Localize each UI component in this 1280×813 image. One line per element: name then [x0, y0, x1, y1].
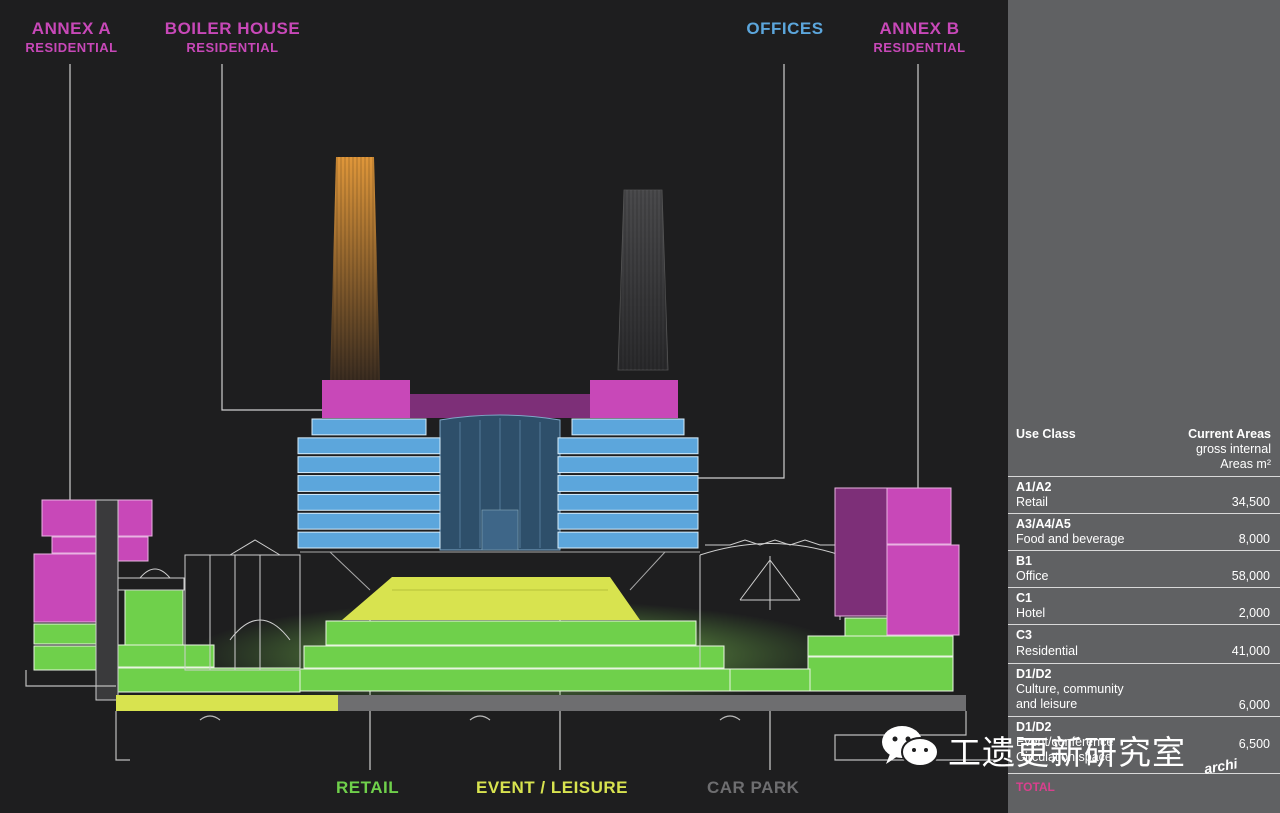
chimney-lit: [330, 157, 380, 380]
table-row: D1/D2 Culture, community and leisure 6,0…: [1008, 663, 1280, 716]
offices-block-right: [557, 418, 699, 549]
use-class-name: Residential: [1016, 644, 1078, 658]
office-floor: [557, 475, 699, 492]
office-floor: [297, 456, 441, 474]
use-class-code: A1/A2: [1016, 480, 1052, 494]
use-class-code: A3/A4/A5: [1016, 517, 1071, 531]
area-value: 8,000: [1238, 532, 1270, 546]
areas-table-panel: Use Class Current Areas gross internal A…: [1008, 0, 1280, 813]
use-class-code: B1: [1016, 554, 1032, 568]
current-areas-title: Current Areas: [1188, 427, 1271, 441]
use-class-name: Food and beverage: [1016, 532, 1125, 546]
car-park-basement: [338, 695, 966, 711]
current-areas-header: Current Areas gross internal Areas m²: [1188, 427, 1271, 472]
annex-b-residential: [834, 487, 960, 636]
office-floor: [297, 512, 441, 530]
office-floor: [557, 512, 699, 530]
use-class-header: Use Class: [1016, 427, 1076, 441]
office-floor: [557, 456, 699, 474]
table-row: C1 Hotel 2,000: [1008, 587, 1280, 624]
retail-label: RETAIL: [336, 778, 400, 797]
use-class-name-line: and leisure: [1016, 697, 1078, 711]
table-row: B1 Office 58,000: [1008, 550, 1280, 587]
chimney-dark: [617, 189, 669, 371]
event-leisure-basement: [116, 695, 338, 711]
office-floor: [297, 437, 441, 455]
use-class-code: C1: [1016, 591, 1032, 605]
table-header: Use Class Current Areas gross internal A…: [1008, 424, 1280, 476]
central-hall: [439, 414, 561, 551]
table-row: C3 Residential 41,000: [1008, 624, 1280, 663]
area-value: 41,000: [1231, 644, 1270, 658]
use-class-name: Retail: [1016, 495, 1048, 509]
office-floor: [571, 418, 685, 436]
office-floor: [557, 437, 699, 455]
area-value: 6,000: [1238, 698, 1270, 712]
boiler-house-residential: [322, 380, 678, 418]
gross-internal-label: gross internal: [1195, 442, 1271, 456]
table-row: A1/A2 Retail 34,500: [1008, 476, 1280, 513]
office-floor: [557, 531, 699, 549]
area-value: 2,000: [1238, 606, 1270, 620]
retail-floors: [299, 620, 731, 692]
building-section-diagram: [25, 64, 1000, 770]
areas-unit-label: Areas m²: [1220, 457, 1271, 471]
office-floor: [297, 531, 441, 549]
watermark-text: 工遗更新研究室: [948, 733, 1186, 772]
use-class-name: Hotel: [1016, 606, 1046, 620]
event-leisure-block: [342, 577, 640, 620]
use-class-name: Culture, community and leisure: [1016, 682, 1124, 712]
car-park-label: CAR PARK: [707, 778, 800, 797]
office-floor: [311, 418, 427, 436]
offices-block-left: [297, 418, 441, 549]
total-label: TOTAL: [1016, 780, 1055, 794]
area-value: 6,500: [1238, 737, 1270, 751]
use-class-code: C3: [1016, 628, 1032, 642]
office-floor: [297, 475, 441, 492]
office-floor: [557, 493, 699, 511]
chat-bubbles-icon: [882, 726, 939, 767]
office-floor: [297, 493, 441, 511]
event-leisure-label: EVENT / LEISURE: [476, 778, 629, 797]
annex-a-core: [95, 499, 119, 701]
use-class-name-line: Culture, community: [1016, 682, 1124, 696]
area-value: 58,000: [1231, 569, 1270, 583]
use-class-name: Office: [1016, 569, 1049, 583]
use-class-code: D1/D2: [1016, 667, 1052, 681]
area-value: 34,500: [1231, 495, 1270, 509]
table-row: A3/A4/A5 Food and beverage 8,000: [1008, 513, 1280, 550]
